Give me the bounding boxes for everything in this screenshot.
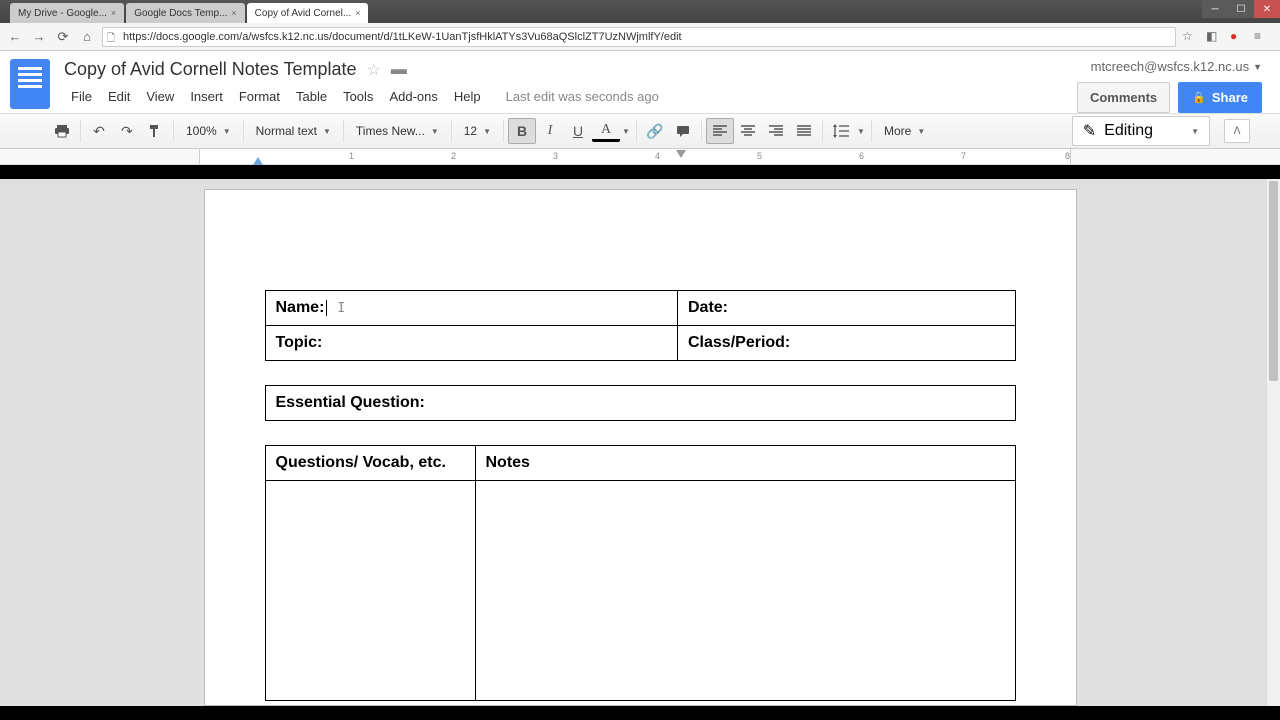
notes-body-cell[interactable]: [475, 481, 1015, 701]
paint-format-icon[interactable]: [141, 118, 169, 144]
align-center-icon[interactable]: [734, 118, 762, 144]
reload-icon[interactable]: ⟳: [54, 28, 72, 46]
chevron-down-icon: ▼: [1253, 62, 1262, 72]
browser-tab[interactable]: My Drive - Google...×: [10, 3, 124, 23]
cornell-notes-table[interactable]: Questions/ Vocab, etc. Notes: [265, 445, 1016, 701]
text-color-button[interactable]: A: [592, 120, 620, 142]
vertical-scrollbar[interactable]: [1266, 179, 1280, 706]
comment-icon[interactable]: [669, 118, 697, 144]
tab-close-icon[interactable]: ×: [111, 8, 116, 18]
print-icon[interactable]: [48, 118, 76, 144]
questions-header-cell[interactable]: Questions/ Vocab, etc.: [265, 446, 475, 481]
tab-close-icon[interactable]: ×: [355, 8, 360, 18]
docs-logo-icon[interactable]: [10, 59, 50, 109]
notifications-icon[interactable]: ●: [1230, 29, 1246, 45]
questions-body-cell[interactable]: [265, 481, 475, 701]
link-icon[interactable]: 🔗: [641, 118, 669, 144]
chevron-down-icon: ▼: [223, 127, 231, 136]
folder-icon[interactable]: ▬: [391, 61, 407, 79]
menu-format[interactable]: Format: [232, 86, 287, 107]
paragraph-style-dropdown[interactable]: Normal text▼: [248, 118, 339, 144]
back-icon[interactable]: ←: [6, 28, 24, 46]
redo-icon[interactable]: ↷: [113, 118, 141, 144]
align-justify-icon[interactable]: [790, 118, 818, 144]
text-color-caret[interactable]: ▼: [620, 118, 632, 144]
page-icon: 🗋: [107, 31, 119, 43]
formatting-toolbar: ↶ ↷ 100%▼ Normal text▼ Times New...▼ 12▼…: [0, 113, 1280, 149]
chevron-down-icon: ▼: [1191, 127, 1199, 136]
star-bookmark-icon[interactable]: ☆: [1182, 29, 1198, 45]
home-icon[interactable]: ⌂: [78, 28, 96, 46]
browser-tab[interactable]: Copy of Avid Cornel...×: [247, 3, 369, 23]
topic-cell[interactable]: Topic:: [265, 326, 678, 361]
comments-button[interactable]: Comments: [1077, 82, 1170, 113]
window-maximize-icon[interactable]: ☐: [1228, 0, 1254, 18]
line-spacing-icon[interactable]: [827, 118, 855, 144]
share-button[interactable]: 🔒 Share: [1178, 82, 1262, 113]
letterbox-bottom: [0, 706, 1280, 720]
date-cell[interactable]: Date:: [678, 291, 1016, 326]
notes-header-cell[interactable]: Notes: [475, 446, 1015, 481]
document-canvas[interactable]: Name:I Date: Topic: Class/Period: Essent…: [0, 179, 1280, 706]
menu-icon[interactable]: ≡: [1254, 29, 1270, 45]
font-size-dropdown[interactable]: 12▼: [456, 118, 499, 144]
menu-view[interactable]: View: [139, 86, 181, 107]
underline-button[interactable]: U: [564, 118, 592, 144]
more-dropdown[interactable]: More▼: [876, 118, 933, 144]
align-right-icon[interactable]: [762, 118, 790, 144]
document-title[interactable]: Copy of Avid Cornell Notes Template: [64, 59, 357, 80]
lock-icon: 🔒: [1192, 91, 1206, 104]
class-period-cell[interactable]: Class/Period:: [678, 326, 1016, 361]
undo-icon[interactable]: ↶: [85, 118, 113, 144]
extension-icon[interactable]: ◧: [1206, 29, 1222, 45]
editing-mode-dropdown[interactable]: ✎ Editing ▼: [1072, 116, 1210, 146]
bold-button[interactable]: B: [508, 118, 536, 144]
pencil-icon: ✎: [1083, 121, 1096, 141]
align-left-icon[interactable]: [706, 118, 734, 144]
url-bar[interactable]: 🗋 https://docs.google.com/a/wsfcs.k12.nc…: [102, 27, 1176, 47]
menu-help[interactable]: Help: [447, 86, 488, 107]
forward-icon[interactable]: →: [30, 28, 48, 46]
chevron-down-icon: ▼: [483, 127, 491, 136]
chevron-down-icon: ▼: [323, 127, 331, 136]
essential-question-table[interactable]: Essential Question:: [265, 385, 1016, 421]
text-cursor: [326, 300, 327, 316]
i-beam-cursor-icon: I: [337, 301, 345, 316]
menu-table[interactable]: Table: [289, 86, 334, 107]
collapse-toolbar-icon[interactable]: ᐱ: [1224, 119, 1250, 143]
menu-file[interactable]: File: [64, 86, 99, 107]
chevron-down-icon: ▼: [917, 127, 925, 136]
essential-question-cell[interactable]: Essential Question:: [265, 386, 1015, 421]
italic-button[interactable]: I: [536, 118, 564, 144]
last-edit-label: Last edit was seconds ago: [506, 89, 659, 104]
browser-tab-bar: My Drive - Google...× Google Docs Temp..…: [0, 0, 1280, 23]
url-text: https://docs.google.com/a/wsfcs.k12.nc.u…: [123, 31, 682, 43]
font-dropdown[interactable]: Times New...▼: [348, 118, 447, 144]
menu-insert[interactable]: Insert: [183, 86, 230, 107]
name-cell[interactable]: Name:I: [265, 291, 678, 326]
star-icon[interactable]: ☆: [367, 60, 381, 80]
tab-close-icon[interactable]: ×: [231, 8, 236, 18]
header-info-table[interactable]: Name:I Date: Topic: Class/Period:: [265, 290, 1016, 361]
menu-tools[interactable]: Tools: [336, 86, 380, 107]
menu-addons[interactable]: Add-ons: [382, 86, 444, 107]
ruler[interactable]: 1 2 3 4 5 6 7 8: [0, 149, 1280, 165]
window-minimize-icon[interactable]: ─: [1202, 0, 1228, 18]
zoom-dropdown[interactable]: 100%▼: [178, 118, 239, 144]
line-spacing-caret[interactable]: ▼: [855, 118, 867, 144]
window-close-icon[interactable]: ✕: [1254, 0, 1280, 18]
browser-nav-bar: ← → ⟳ ⌂ 🗋 https://docs.google.com/a/wsfc…: [0, 23, 1280, 51]
user-email[interactable]: mtcreech@wsfcs.k12.nc.us ▼: [1091, 59, 1262, 74]
browser-tab[interactable]: Google Docs Temp...×: [126, 3, 244, 23]
menu-edit[interactable]: Edit: [101, 86, 137, 107]
scrollbar-thumb[interactable]: [1269, 181, 1278, 381]
document-page[interactable]: Name:I Date: Topic: Class/Period: Essent…: [204, 189, 1077, 706]
chevron-down-icon: ▼: [431, 127, 439, 136]
